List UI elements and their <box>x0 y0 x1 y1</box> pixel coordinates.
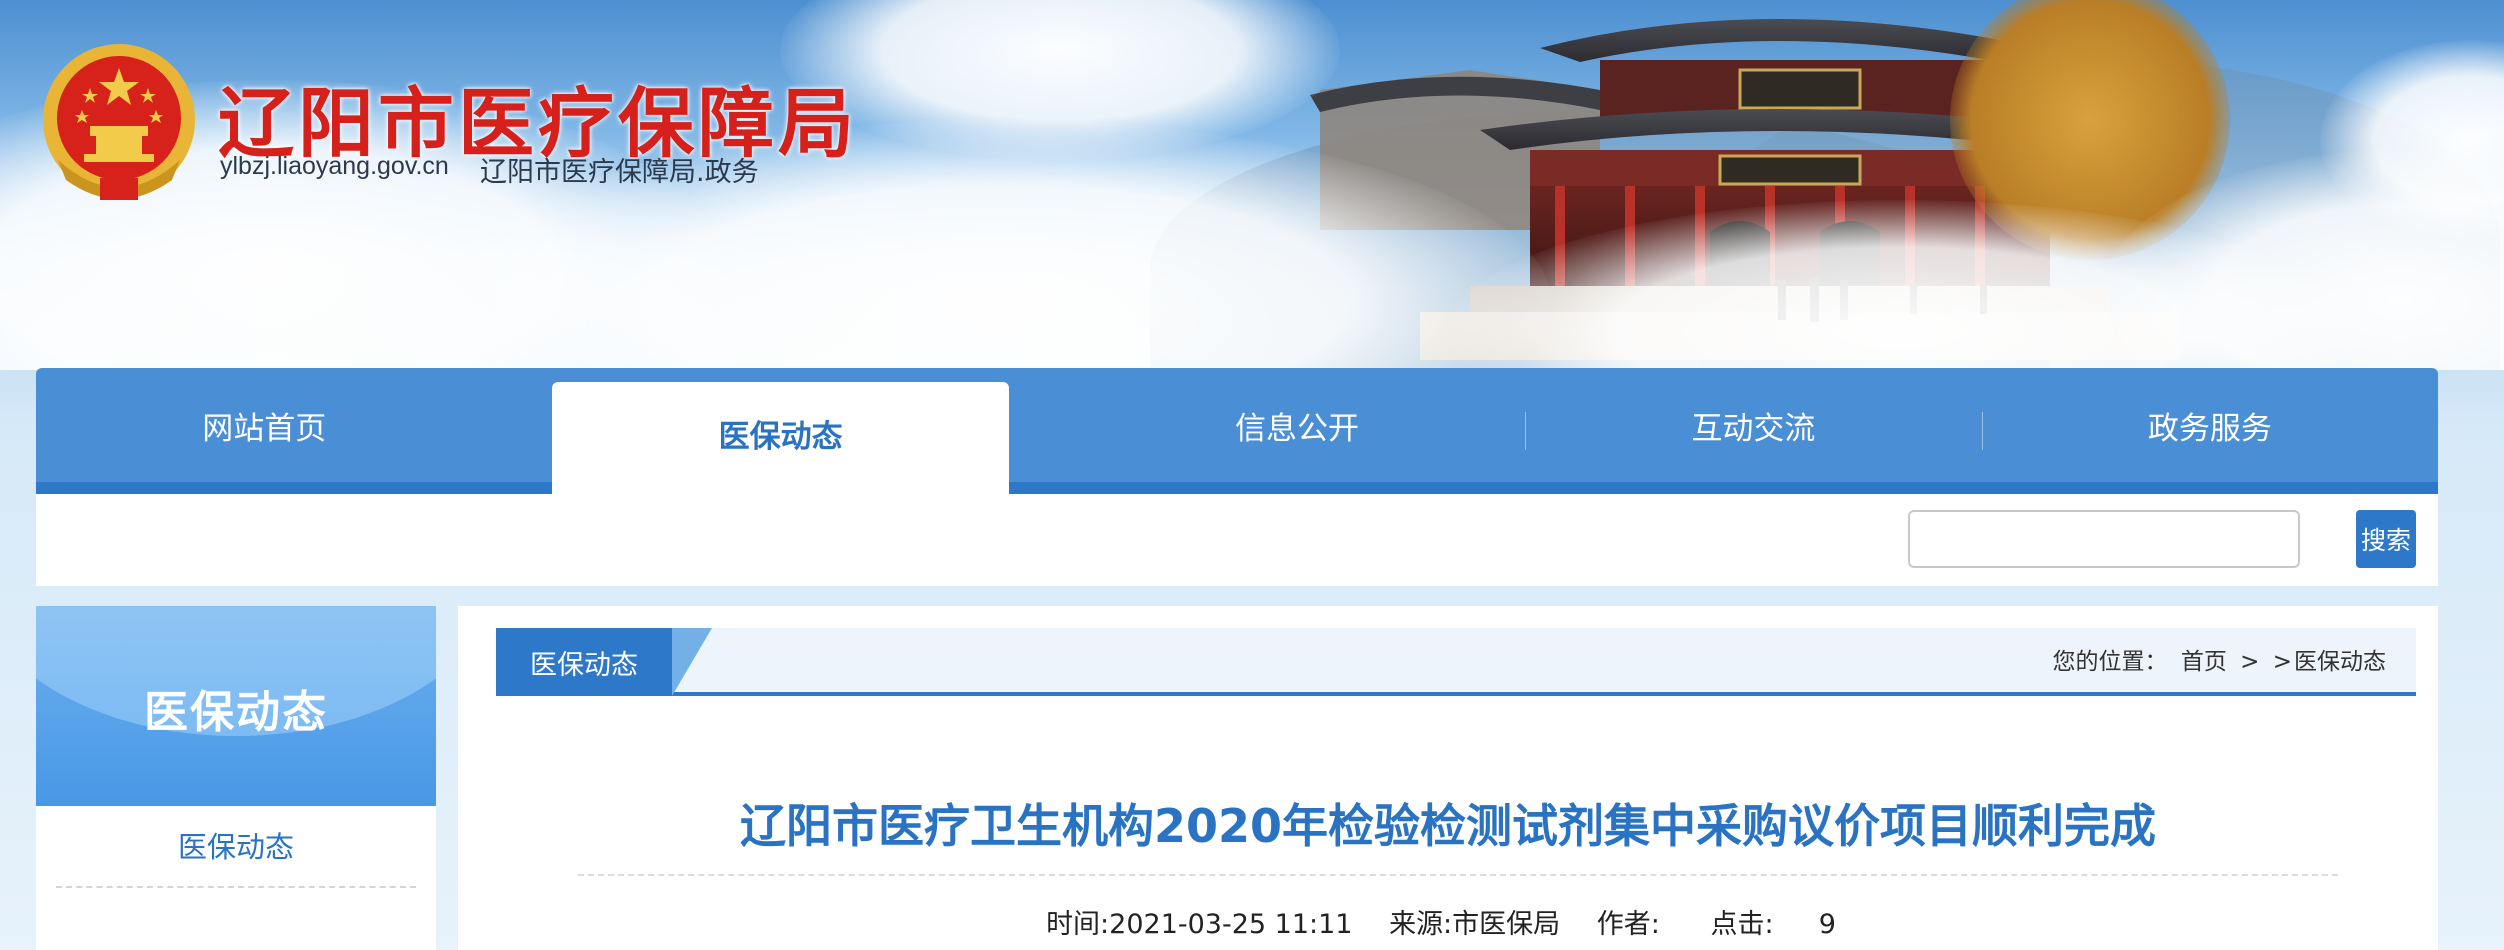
breadcrumb-path: 您的位置： 首页 > >医保动态 <box>2047 628 2387 696</box>
nav-item-label: 网站首页 <box>202 410 327 447</box>
main-nav: 网站首页 医保动态 信息公开 互动交流 政务服务 <box>36 368 2438 494</box>
title-divider <box>578 874 2338 876</box>
article-meta: 时间:2021-03-25 11:11 来源:市医保局 作者: 点击: 9 <box>458 902 2438 941</box>
site-subtitle: 辽阳市医疗保障局.政务 <box>480 157 759 188</box>
search-button[interactable]: 搜索 <box>2356 510 2416 568</box>
nav-item-label: 信息公开 <box>1235 410 1360 447</box>
search-bar: 搜索 <box>36 494 2438 586</box>
breadcrumb: 医保动态 您的位置： 首页 > >医保动态 <box>496 628 2416 696</box>
nav-item-info[interactable]: 信息公开 <box>1069 368 1525 482</box>
breadcrumb-separator: > <box>2240 649 2260 675</box>
breadcrumb-prefix: 您的位置： <box>2052 649 2168 675</box>
breadcrumb-separator: > <box>2272 649 2292 675</box>
main-content: 医保动态 您的位置： 首页 > >医保动态 辽阳市医疗卫生机构2020年检验检测… <box>458 606 2438 950</box>
nav-item-label: 互动交流 <box>1691 410 1816 447</box>
nav-item-label: 医保动态 <box>718 418 843 455</box>
breadcrumb-current-link[interactable]: 医保动态 <box>2294 649 2386 675</box>
breadcrumb-home-link[interactable]: 首页 <box>2181 649 2227 675</box>
section-tab-tail <box>672 628 712 696</box>
search-input[interactable] <box>1908 510 2300 568</box>
article-source: 来源:市医保局 <box>1389 909 1561 940</box>
sidebar-item-news[interactable]: 医保动态 <box>56 806 416 888</box>
nav-item-services[interactable]: 政务服务 <box>1981 368 2438 482</box>
nav-item-interaction[interactable]: 互动交流 <box>1525 368 1981 482</box>
nav-item-home[interactable]: 网站首页 <box>36 368 492 482</box>
national-emblem-icon <box>43 44 195 200</box>
article-clicks-count: 9 <box>1818 909 1836 940</box>
nav-item-label: 政务服务 <box>2147 410 2272 447</box>
sidebar-header: 医保动态 <box>36 606 436 806</box>
article-clicks-label: 点击: <box>1710 909 1774 940</box>
sidebar: 医保动态 医保动态 <box>36 606 436 950</box>
sidebar-title: 医保动态 <box>144 687 328 738</box>
nav-item-news[interactable]: 医保动态 <box>552 382 1009 494</box>
site-domain: ylbzj.liaoyang.gov.cn <box>220 152 449 180</box>
article-author: 作者: <box>1596 909 1660 940</box>
article-title: 辽阳市医疗卫生机构2020年检验检测试剂集中采购议价项目顺利完成 <box>739 799 2157 853</box>
header-banner: 辽阳市医疗保障局 ylbzj.liaoyang.gov.cn 辽阳市医疗保障局.… <box>0 0 2504 370</box>
section-tab: 医保动态 <box>496 628 672 696</box>
article-time: 时间:2021-03-25 11:11 <box>1046 909 1353 940</box>
